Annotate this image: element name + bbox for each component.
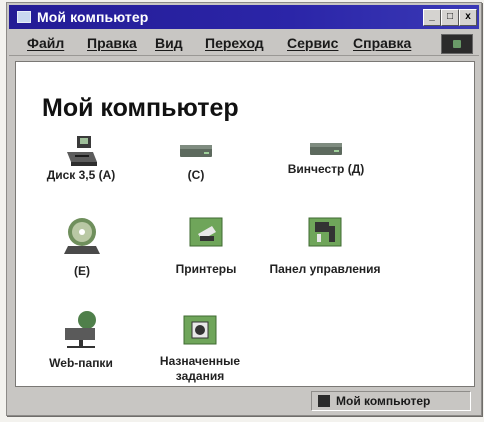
printer-folder-icon	[189, 217, 223, 247]
page-title: Мой компьютер	[42, 94, 239, 122]
web-folders-item[interactable]: Web-папки	[38, 306, 124, 371]
cd-drive-item[interactable]: (Е)	[52, 214, 112, 279]
item-label: Винчестр (Д)	[287, 162, 365, 176]
status-panel: Мой компьютер	[311, 391, 471, 411]
maximize-button[interactable]: □	[441, 9, 459, 26]
menu-view[interactable]: Вид	[155, 35, 183, 51]
menu-file[interactable]: Файл	[27, 35, 64, 51]
menu-edit[interactable]: Правка	[87, 35, 137, 51]
item-label-line1: Назначенные	[159, 354, 241, 368]
minimize-button[interactable]: _	[423, 9, 441, 26]
printers-item[interactable]: Принтеры	[156, 214, 256, 277]
item-label: (С)	[187, 168, 205, 182]
drive-d-item[interactable]: Винчестр (Д)	[266, 140, 386, 177]
menu-tools[interactable]: Сервис	[287, 35, 338, 51]
cd-drive-icon	[64, 218, 100, 254]
status-bar: Мой компьютер	[15, 389, 473, 411]
my-computer-window: Мой компьютер _ □ x Файл Правка Вид Пере…	[6, 2, 482, 416]
item-label: Принтеры	[175, 262, 237, 276]
windows-logo-icon	[441, 34, 473, 54]
item-label-line2: задания	[175, 369, 225, 383]
menu-help[interactable]: Справка	[353, 35, 411, 51]
scheduled-tasks-item[interactable]: Назначенные задания	[144, 312, 256, 384]
floppy-drive-item[interactable]: Диск 3,5 (А)	[26, 134, 136, 183]
item-label: Web-папки	[49, 356, 113, 370]
item-label: Диск 3,5 (А)	[46, 168, 116, 182]
menu-bar: Файл Правка Вид Переход Сервис Справка	[9, 31, 479, 56]
status-text: Мой компьютер	[336, 394, 431, 408]
computer-icon	[17, 11, 31, 23]
item-label: (Е)	[74, 264, 90, 278]
control-panel-icon	[308, 217, 342, 247]
menu-go[interactable]: Переход	[205, 35, 264, 51]
control-panel-item[interactable]: Панел управления	[250, 214, 400, 277]
computer-icon	[318, 395, 330, 407]
title-bar[interactable]: Мой компьютер _ □ x	[9, 5, 479, 29]
floppy-drive-icon	[67, 136, 97, 166]
window-title: Мой компьютер	[37, 9, 149, 25]
hard-drive-icon	[180, 145, 212, 157]
item-label: Панел управления	[269, 262, 381, 276]
hard-drive-icon	[310, 143, 342, 155]
content-area: Мой компьютер Диск 3,5 (А) (С) Винчестр …	[15, 61, 475, 387]
close-button[interactable]: x	[459, 9, 477, 26]
web-folder-icon	[65, 311, 96, 348]
scheduled-tasks-icon	[183, 315, 217, 345]
drive-c-item[interactable]: (С)	[156, 142, 236, 183]
